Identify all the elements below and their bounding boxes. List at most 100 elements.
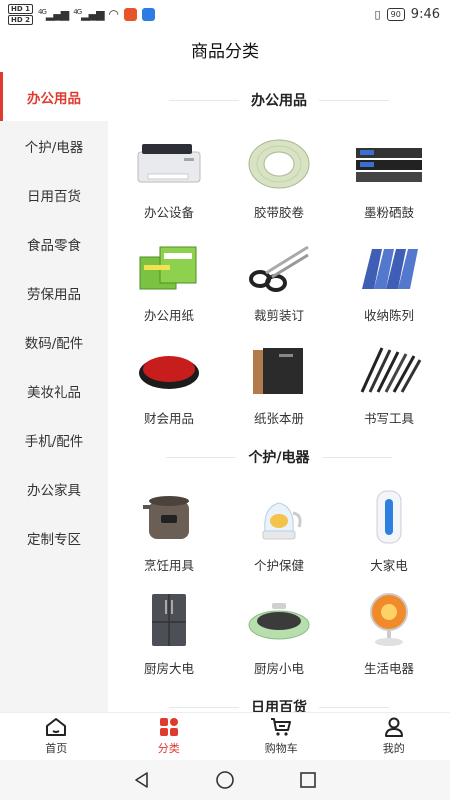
subcategory-label: 胶带胶卷 [253,205,304,220]
section-title-office: 办公用品 [108,72,450,128]
wifi-icon: ◠ [108,7,120,21]
file-organizer-icon [351,239,427,295]
tab-mine[interactable]: 我的 [338,713,450,760]
divider [319,706,389,708]
subcategory-item[interactable]: 生活电器 [334,592,444,677]
category-content: 办公用品 办公设备 胶带胶卷 墨粉硒鼓 办公用纸 裁剪装订 收纳陈列 财会用品 … [108,72,450,712]
sidebar-item-daily[interactable]: 日用百货 [0,170,108,219]
grill-pan-icon [241,592,317,648]
subcategory-label: 厨房大电 [143,661,194,676]
vibrate-icon: ▯ [374,7,381,21]
subcategory-label: 生活电器 [363,661,414,676]
subcategory-item[interactable]: 书写工具 [334,342,444,427]
hd2-indicator: HD 2 [8,14,33,25]
subcategory-item[interactable]: 办公设备 [114,136,224,221]
section-title-text: 办公用品 [251,93,307,109]
status-bar: HD 1 HD 2 4G▂▄▆ 4G▂▄▆ ◠ ▯ 90 9:46 [0,0,450,28]
tape-icon [241,136,317,192]
subcategory-label: 墨粉硒鼓 [363,205,414,220]
tab-label: 分类 [157,742,180,755]
signal-icon: 4G▂▄▆ [37,7,69,21]
hd1-indicator: HD 1 [8,3,33,14]
sidebar-item-beauty[interactable]: 美妆礼品 [0,366,108,415]
subcategory-item[interactable]: 厨房大电 [114,592,224,677]
recents-icon[interactable] [298,770,318,790]
sidebar-item-food[interactable]: 食品零食 [0,219,108,268]
subcategory-label: 纸张本册 [253,411,304,426]
notebook-icon [241,342,317,398]
status-right: ▯ 90 9:46 [375,7,440,22]
signal-icon-2: 4G▂▄▆ [73,7,104,21]
subcategory-label: 厨房小电 [253,661,304,676]
subcategory-label: 书写工具 [363,411,414,426]
section-title-text: 日用百货 [251,700,307,712]
subcategory-item[interactable]: 个护保健 [224,489,334,574]
section-title-daily: 日用百货 [108,683,450,712]
subcategory-label: 办公设备 [143,205,194,220]
subcategory-label: 办公用纸 [143,308,194,323]
subcategory-item[interactable]: 裁剪装订 [224,239,334,324]
subcategory-label: 裁剪装订 [253,308,304,323]
section-title-personal-care: 个护/电器 [108,433,450,481]
sidebar-item-furniture[interactable]: 办公家具 [0,464,108,513]
back-icon[interactable] [132,770,152,790]
tab-cart[interactable]: 购物车 [225,713,338,760]
tab-label: 我的 [382,742,405,755]
fridge-icon [131,592,207,648]
category-sidebar: 办公用品 个护/电器 日用百货 食品零食 劳保用品 数码/配件 美妆礼品 手机/… [0,72,108,712]
subcategory-grid-personal-care: 烹饪用具 个护保健 大家电 厨房大电 厨房小电 生活电器 [108,481,450,683]
subcategory-label: 烹饪用具 [143,558,194,573]
sidebar-item-custom[interactable]: 定制专区 [0,513,108,562]
divider [321,456,392,458]
category-icon [159,718,178,736]
pressure-cooker-icon [131,489,207,545]
tab-home[interactable]: 首页 [0,713,113,760]
subcategory-item[interactable]: 收纳陈列 [334,239,444,324]
subcategory-item[interactable]: 胶带胶卷 [224,136,334,221]
system-nav-bar [0,760,450,800]
subcategory-item[interactable]: 办公用纸 [114,239,224,324]
scissors-icon [241,239,317,295]
kettle-icon [241,489,317,545]
subcategory-label: 个护保健 [253,558,304,573]
pens-icon [351,342,427,398]
sidebar-item-phone[interactable]: 手机/配件 [0,415,108,464]
ink-pad-icon [131,342,207,398]
subcategory-item[interactable]: 厨房小电 [224,592,334,677]
user-icon [384,717,403,737]
app-notification-icon-2 [142,7,156,21]
subcategory-item[interactable]: 大家电 [334,489,444,574]
subcategory-item[interactable]: 烹饪用具 [114,489,224,574]
sidebar-item-digital[interactable]: 数码/配件 [0,317,108,366]
battery-icon: 90 [386,7,405,21]
subcategory-item[interactable]: 墨粉硒鼓 [334,136,444,221]
paper-pack-icon [131,239,207,295]
sidebar-item-personal-care[interactable]: 个护/电器 [0,121,108,170]
subcategory-grid-office: 办公设备 胶带胶卷 墨粉硒鼓 办公用纸 裁剪装订 收纳陈列 财会用品 纸张本册 … [108,128,450,433]
divider [169,99,239,101]
tab-label: 购物车 [264,742,298,755]
subcategory-label: 财会用品 [143,411,194,426]
tab-category[interactable]: 分类 [113,713,226,760]
heater-icon [351,592,427,648]
home-icon [46,718,67,736]
app-notification-icon [124,7,138,21]
divider [169,706,239,708]
section-title-text: 个护/电器 [248,450,310,466]
sidebar-item-labor[interactable]: 劳保用品 [0,268,108,317]
clock: 9:46 [410,6,440,22]
toner-icon [351,136,427,192]
printer-icon [131,136,207,192]
subcategory-item[interactable]: 财会用品 [114,342,224,427]
sidebar-item-office[interactable]: 办公用品 [0,72,108,121]
status-left: HD 1 HD 2 4G▂▄▆ 4G▂▄▆ ◠ [8,3,156,25]
bottom-tabbar: 首页 分类 购物车 我的 [0,712,450,760]
home-nav-icon[interactable] [215,770,235,790]
divider [319,99,389,101]
subcategory-label: 收纳陈列 [363,308,414,323]
sim-indicators: HD 1 HD 2 [8,3,33,25]
tab-label: 首页 [45,742,68,755]
subcategory-item[interactable]: 纸张本册 [224,342,334,427]
cart-icon [271,718,292,736]
page-title: 商品分类 [0,28,450,70]
